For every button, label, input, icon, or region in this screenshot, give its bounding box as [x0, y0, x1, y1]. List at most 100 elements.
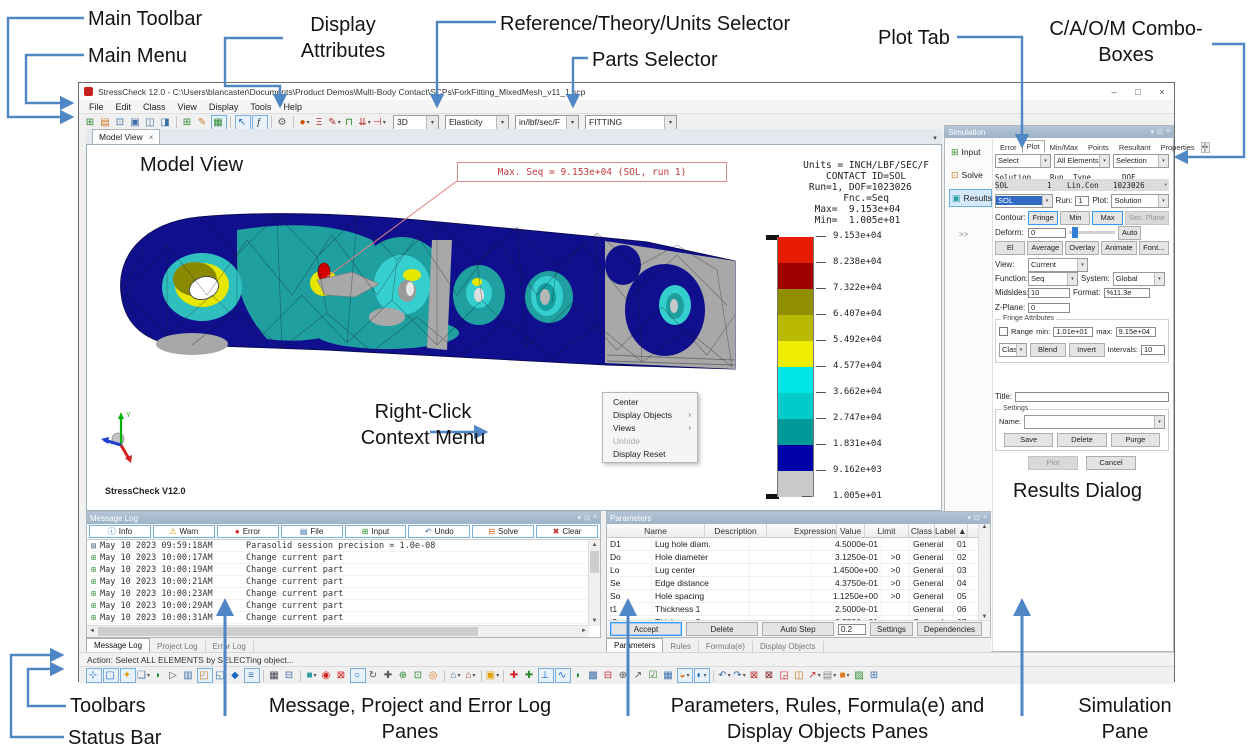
new-window-icon[interactable]: ◫ [144, 116, 158, 129]
column-header[interactable]: Value [837, 524, 865, 537]
select-points-icon[interactable]: ⊹ [86, 668, 102, 683]
simulation-tab[interactable]: Properties [1156, 141, 1200, 154]
log-row[interactable]: ⊞ May 10 2023 10:00:23AM Change current … [87, 588, 589, 600]
select-region-icon[interactable]: ▢ [103, 668, 119, 683]
log-filter-button[interactable]: ↶ Undo [408, 525, 470, 538]
separator[interactable] [176, 116, 177, 128]
log-filter-button[interactable]: ⊟ Solve [472, 525, 534, 538]
plot-option-button[interactable]: Font... [1139, 241, 1169, 255]
simulation-tab[interactable]: Plot [1022, 140, 1045, 153]
copy-image-icon[interactable]: ◫ [793, 669, 807, 682]
edit-attributes-icon[interactable]: ✎▾ [328, 116, 342, 129]
parameters-pane-tab[interactable]: Parameters [606, 638, 663, 652]
menu-item[interactable]: Tools [244, 102, 277, 112]
table-row[interactable]: t1Thickness 12.5000e-01General06 [607, 603, 990, 616]
auto-step-input[interactable]: 0.2 [838, 624, 866, 635]
add-object-icon[interactable]: ⊞ [181, 116, 195, 129]
check-icon[interactable]: ☑ [647, 669, 661, 682]
save-icon[interactable]: ▣ [129, 116, 143, 129]
new-file-icon[interactable]: ⊞ [84, 116, 98, 129]
function-combo[interactable]: Seq▾ [1028, 272, 1078, 286]
log-filter-button[interactable]: ⓘ Info [89, 525, 151, 538]
settings-button[interactable]: Purge [1111, 433, 1160, 447]
column-header[interactable]: Name [607, 524, 705, 537]
export-icon[interactable]: ↗▾ [808, 669, 822, 682]
scroll-right-icon[interactable]: ► [579, 626, 589, 637]
settings-button[interactable]: Save [1004, 433, 1053, 447]
formula-icon[interactable]: ƒ [252, 115, 268, 130]
table-row[interactable]: DoHole diameter3.1250e-01>0General02 [607, 551, 990, 564]
menu-item[interactable]: Help [277, 102, 308, 112]
deform-input[interactable]: 0 [1028, 228, 1066, 238]
cancel-button[interactable]: Cancel [1086, 456, 1136, 470]
separator[interactable] [263, 670, 264, 682]
select-faces-icon[interactable]: ◗ [152, 669, 166, 682]
separator[interactable] [713, 670, 714, 682]
restore-button[interactable]: □ [1126, 87, 1150, 97]
slider-handle[interactable] [1072, 227, 1078, 238]
plot-option-button[interactable]: El [995, 241, 1025, 255]
model-view-canvas[interactable]: Units = INCH/LBF/SEC/F CONTACT ID=SOL Ru… [86, 144, 942, 511]
select-edges-icon[interactable]: ▷ [167, 669, 181, 682]
contour-combo[interactable]: Select▾ [995, 154, 1051, 168]
parameters-pane-tab[interactable]: Rules [663, 641, 698, 652]
pane-close-icon[interactable]: × [983, 514, 987, 522]
parameters-pane-tab[interactable]: Display Objects [753, 641, 824, 652]
hide-icon[interactable]: ◉ [320, 669, 334, 682]
separator[interactable] [300, 670, 301, 682]
log-filter-button[interactable]: ✖ Clear [536, 525, 598, 538]
select-poly-icon[interactable]: ◱ [214, 669, 228, 682]
loads-icon[interactable]: ⇊▾ [358, 116, 372, 129]
points-icon[interactable]: ✚ [508, 669, 522, 682]
undo-icon[interactable]: ↶▾ [718, 669, 732, 682]
scrollbar-thumb[interactable] [98, 627, 478, 636]
close-button[interactable]: × [1150, 87, 1174, 97]
separator[interactable] [271, 116, 272, 128]
spin-icon[interactable]: ↻ [367, 669, 381, 682]
solid-display-icon[interactable]: ■▾ [305, 669, 319, 682]
rail-input[interactable]: ⊞ Input [949, 143, 992, 161]
annotate-icon[interactable]: ✎ [196, 116, 210, 129]
plot-option-button[interactable]: Average [1027, 241, 1063, 255]
rotate-icon[interactable]: ○ [350, 668, 366, 683]
scrollbar-thumb[interactable] [590, 551, 599, 573]
fringe-max-input[interactable]: 9.15e+04 [1116, 327, 1156, 337]
selection-combo[interactable]: Selection▾ [1113, 154, 1169, 168]
section-beam-icon[interactable]: Ξ [313, 116, 327, 129]
table-row[interactable]: D1Lug hole diam.4.5000e-01General01 [607, 538, 990, 551]
apply-combo[interactable]: All Elements▾ [1054, 154, 1110, 168]
log-pane-tab[interactable]: Message Log [86, 638, 150, 652]
plot-button[interactable]: Plot [1028, 456, 1078, 470]
blend-button[interactable]: Blend [1030, 343, 1066, 357]
material-sphere-icon[interactable]: ●▾ [298, 116, 312, 129]
simulation-tab[interactable]: Points [1083, 141, 1114, 154]
plot-type-combo[interactable]: Solution▾ [1111, 194, 1169, 208]
list-selection-icon[interactable]: ≡ [244, 668, 260, 683]
parameters-button[interactable]: Auto Step [762, 622, 834, 636]
context-menu-item[interactable]: Center [603, 395, 697, 408]
grid-icon[interactable]: ▩ [587, 669, 601, 682]
log-vertical-scrollbar[interactable]: ▲ ▼ [588, 540, 600, 626]
solution-combo[interactable]: SOL▾ [995, 194, 1053, 208]
axes-icon[interactable]: ⊥ [538, 668, 554, 683]
table-row[interactable]: SeEdge distance4.3750e-01>0General04 [607, 577, 990, 590]
select-window-icon[interactable]: ◰ [197, 668, 213, 683]
log-filter-button[interactable]: ⚠ Warn [153, 525, 215, 538]
message-log-titlebar[interactable]: Message Log ▾⊡× [87, 512, 600, 524]
table-row[interactable]: LoLug center1.4500e+00>0General03 [607, 564, 990, 577]
log-row[interactable]: ▤ May 10 2023 09:59:18AM Parasolid sessi… [87, 540, 589, 552]
pane-float-icon[interactable]: ⊡ [974, 514, 980, 522]
delete-mesh-icon[interactable]: ⊠ [763, 669, 777, 682]
tab-scroll-right-icon[interactable]: ▸ [1205, 142, 1210, 153]
fullscreen-icon[interactable]: ⊞ [868, 669, 882, 682]
menu-item[interactable]: Class [137, 102, 172, 112]
units-selector[interactable]: in/lbf/sec/F▾ [515, 115, 579, 130]
log-filter-button[interactable]: ● Error [217, 525, 279, 538]
parameters-button[interactable]: Delete [686, 622, 758, 636]
scroll-up-icon[interactable]: ▲ [589, 540, 600, 550]
scroll-left-icon[interactable]: ◄ [87, 626, 97, 637]
theory-selector[interactable]: Elasticity▾ [445, 115, 509, 130]
section-icon[interactable]: ⊟ [602, 669, 616, 682]
copy-view-icon[interactable]: ◨ [159, 116, 173, 129]
supports-icon[interactable]: ⊣▾ [373, 116, 387, 129]
